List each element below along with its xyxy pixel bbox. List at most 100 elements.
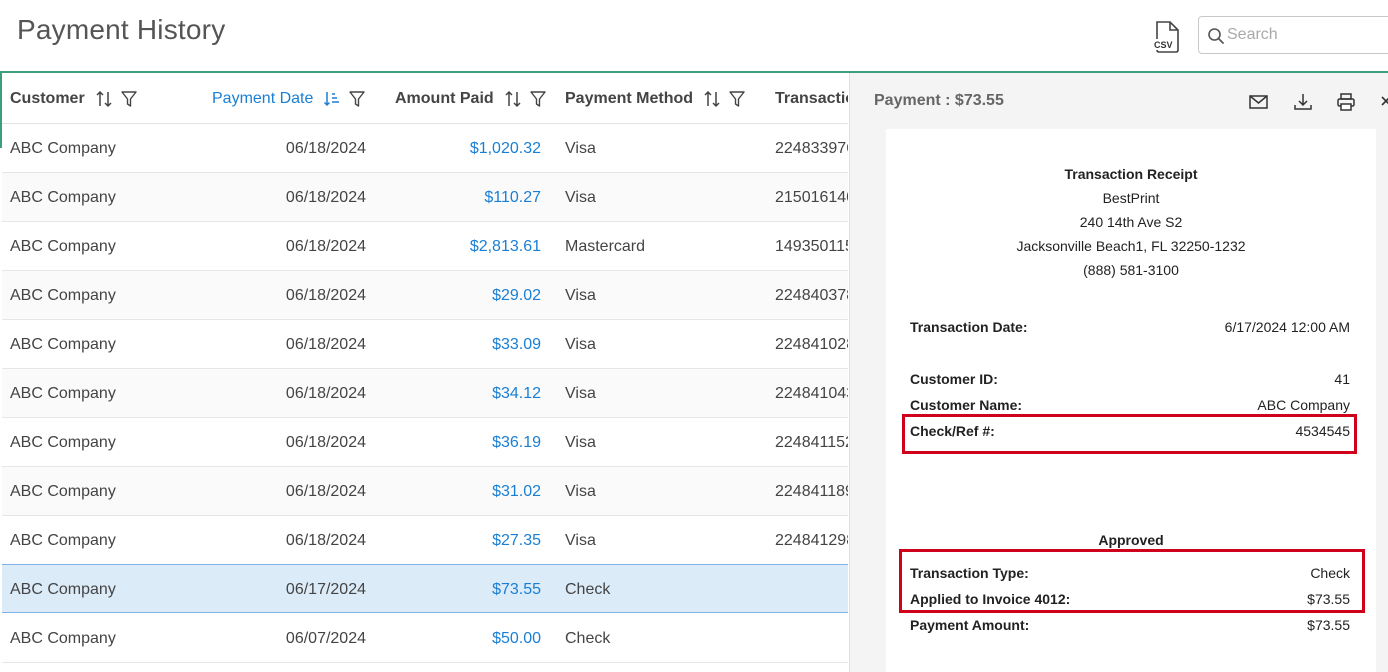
- print-icon[interactable]: [1335, 91, 1357, 113]
- cell-payment-method: Visa: [565, 483, 596, 500]
- table-row[interactable]: ABC Company 06/18/2024 $29.02 Visa 22484…: [2, 271, 848, 320]
- receipt-company: BestPrint: [1102, 190, 1160, 206]
- table-row[interactable]: ABC Company 06/18/2024 $31.02 Visa 22484…: [2, 467, 848, 516]
- cell-customer: ABC Company: [10, 336, 116, 353]
- column-header-payment-date[interactable]: Payment Date: [212, 73, 373, 124]
- cell-transaction: [775, 614, 848, 663]
- close-icon[interactable]: [1378, 91, 1388, 113]
- panel-title: Payment : $73.55: [874, 92, 1004, 109]
- filter-icon[interactable]: [349, 90, 366, 108]
- cell-transaction: 224841298: [775, 532, 848, 549]
- search-icon: [1208, 28, 1224, 44]
- cell-payment-date: 06/17/2024: [285, 581, 366, 598]
- csv-file-icon: CSV: [1152, 21, 1179, 53]
- column-label: Transactio: [775, 89, 848, 107]
- cell-payment-date: 06/07/2024: [285, 630, 366, 647]
- cell-amount-paid[interactable]: $1,020.32: [374, 124, 541, 173]
- cell-payment-date: 06/18/2024: [285, 140, 366, 157]
- search-field[interactable]: [1198, 16, 1388, 54]
- receipt-address-line-2: Jacksonville Beach1, FL 32250-1232: [1016, 238, 1246, 254]
- cell-customer: ABC Company: [10, 434, 116, 451]
- email-icon[interactable]: [1248, 91, 1270, 113]
- csv-export-button[interactable]: CSV: [1152, 20, 1182, 54]
- cell-customer: ABC Company: [10, 140, 116, 157]
- column-label: Payment Date: [212, 89, 314, 107]
- cell-amount-paid[interactable]: $34.12: [374, 369, 541, 418]
- cell-customer: ABC Company: [10, 238, 116, 255]
- filter-icon[interactable]: [529, 90, 546, 108]
- receipt-status: Approved: [1098, 532, 1164, 548]
- cell-payment-method: Visa: [565, 434, 596, 451]
- column-header-customer[interactable]: Customer: [10, 73, 145, 124]
- cell-transaction: 224841028: [775, 336, 848, 353]
- receipt-address-line-1: 240 14th Ave S2: [1079, 214, 1183, 230]
- cell-payment-date: 06/18/2024: [285, 336, 366, 353]
- table-row[interactable]: ABC Company 06/18/2024 $2,813.61 Masterc…: [2, 222, 848, 271]
- cell-payment-date: 06/18/2024: [285, 532, 366, 549]
- cell-payment-date: 06/18/2024: [285, 385, 366, 402]
- sort-icon[interactable]: [504, 90, 522, 108]
- search-input[interactable]: [1227, 24, 1387, 46]
- cell-amount-paid[interactable]: $36.19: [374, 418, 541, 467]
- customer-id-label: Customer ID:: [910, 371, 998, 387]
- cell-payment-method: Visa: [565, 385, 596, 402]
- column-label: Amount Paid: [395, 89, 494, 107]
- column-header-amount-paid[interactable]: Amount Paid: [395, 73, 554, 124]
- cell-payment-method: Visa: [565, 532, 596, 549]
- cell-payment-method: Visa: [565, 140, 596, 157]
- cell-amount-paid[interactable]: $50.00: [374, 614, 541, 663]
- cell-payment-method: Visa: [565, 336, 596, 353]
- cell-customer: ABC Company: [10, 189, 116, 206]
- sort-descending-icon[interactable]: [323, 90, 341, 108]
- table-row[interactable]: ABC Company 06/18/2024 $1,020.32 Visa 22…: [2, 124, 848, 173]
- cell-transaction: 224841189: [775, 483, 848, 500]
- cell-amount-paid[interactable]: $73.55: [374, 565, 541, 614]
- receipt-phone: (888) 581-3100: [1083, 262, 1179, 278]
- cell-transaction: [775, 565, 848, 614]
- payment-grid: Customer Payment Date Amount Paid Paymen…: [2, 73, 848, 672]
- sort-icon[interactable]: [703, 90, 721, 108]
- customer-name-label: Customer Name:: [910, 397, 1023, 413]
- table-row[interactable]: ABC Company 06/18/2024 $27.35 Visa 22484…: [2, 516, 848, 565]
- table-row[interactable]: ABC Company 06/18/2024 $36.19 Visa 22484…: [2, 418, 848, 467]
- cell-transaction: 224841152: [775, 434, 848, 451]
- highlight-box-check-ref: [902, 414, 1357, 454]
- column-label: Customer: [10, 89, 85, 107]
- cell-customer: ABC Company: [10, 287, 116, 304]
- sort-icon[interactable]: [95, 90, 113, 108]
- page-title: Payment History: [17, 14, 226, 45]
- highlight-box-transaction-details: [899, 549, 1365, 613]
- cell-amount-paid[interactable]: $29.02: [374, 271, 541, 320]
- cell-transaction: 224841043: [775, 385, 848, 402]
- filter-icon[interactable]: [729, 90, 745, 108]
- csv-label: CSV: [1154, 40, 1173, 50]
- cell-payment-method: Check: [565, 581, 611, 598]
- receipt-heading: Transaction Receipt: [1064, 166, 1198, 182]
- cell-customer: ABC Company: [10, 385, 116, 402]
- table-row[interactable]: ABC Company 06/18/2024 $110.27 Visa 2150…: [2, 173, 848, 222]
- cell-payment-method: Check: [565, 630, 611, 647]
- cell-payment-method: Visa: [565, 287, 596, 304]
- table-row[interactable]: ABC Company 06/18/2024 $34.12 Visa 22484…: [2, 369, 848, 418]
- cell-amount-paid[interactable]: $33.09: [374, 320, 541, 369]
- cell-customer: ABC Company: [10, 630, 116, 647]
- cell-transaction: 224840378: [775, 287, 848, 304]
- column-header-transaction[interactable]: Transactio: [775, 73, 848, 124]
- transaction-date-value: 6/17/2024 12:00 AM: [1224, 319, 1350, 335]
- cell-amount-paid[interactable]: $110.27: [374, 173, 541, 222]
- cell-customer: ABC Company: [10, 483, 116, 500]
- grid-header: Customer Payment Date Amount Paid Paymen…: [2, 73, 848, 124]
- column-label: Payment Method: [565, 89, 694, 107]
- table-row[interactable]: ABC Company 06/18/2024 $33.09 Visa 22484…: [2, 320, 848, 369]
- column-header-payment-method[interactable]: Payment Method: [565, 73, 753, 124]
- cell-payment-method: Visa: [565, 189, 596, 206]
- cell-customer: ABC Company: [10, 581, 116, 598]
- table-row-selected[interactable]: ABC Company 06/17/2024 $73.55 Check: [2, 564, 848, 613]
- filter-icon[interactable]: [120, 90, 137, 108]
- cell-payment-date: 06/18/2024: [285, 287, 366, 304]
- cell-amount-paid[interactable]: $27.35: [374, 516, 541, 565]
- cell-amount-paid[interactable]: $2,813.61: [374, 222, 541, 271]
- table-row[interactable]: ABC Company 06/07/2024 $50.00 Check: [2, 614, 848, 663]
- cell-amount-paid[interactable]: $31.02: [374, 467, 541, 516]
- download-icon[interactable]: [1292, 91, 1314, 113]
